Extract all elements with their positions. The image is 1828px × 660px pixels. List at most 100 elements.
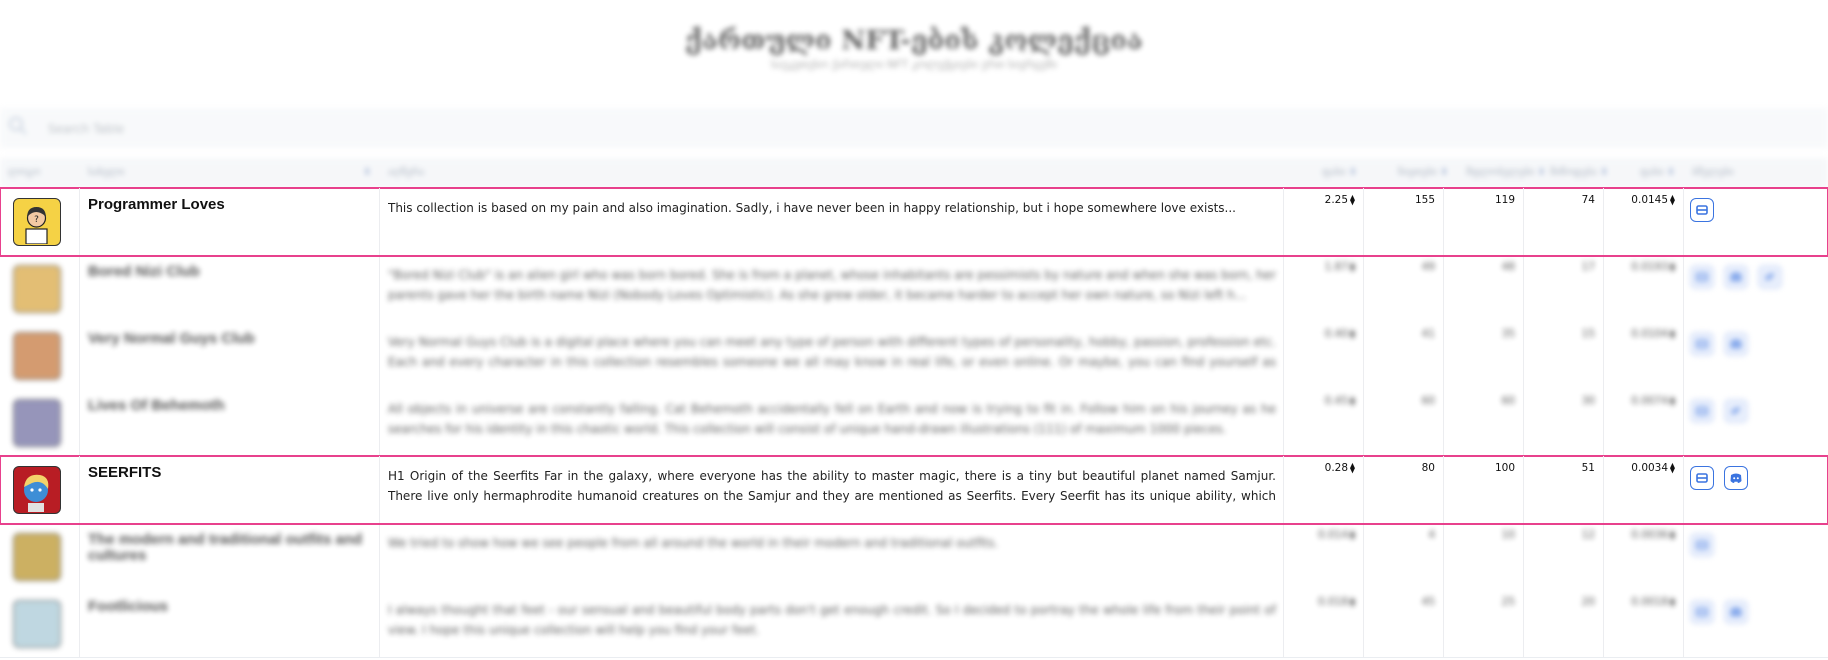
eth-icon: ⧫ [1350,597,1355,608]
items-value: 60 [1422,395,1435,407]
eth-icon: ⧫ [1350,262,1355,273]
column-items[interactable]: ნივთები ⬍ [1398,158,1448,188]
volume-number: 0.0104 [1631,328,1669,340]
owners-value: 100 [1495,462,1515,474]
collection-description: "Bored Nizi Club" is an alien girl who w… [388,268,1276,302]
supply-number: 12 [1581,529,1595,541]
discord-link-button[interactable] [1724,332,1748,356]
owners-cell: 48 [1444,255,1524,322]
collection-name[interactable]: Footlicious [88,599,368,615]
opensea-link-button[interactable] [1690,399,1714,423]
opensea-link-button[interactable] [1690,466,1714,490]
avatar[interactable] [13,600,61,648]
logo-cell [0,389,80,456]
volume-cell: 0.0145 ⧫ [1604,188,1684,255]
table-row[interactable]: Very Normal Guys Club Very Normal Guys C… [0,322,1828,390]
avatar[interactable] [13,332,61,380]
eth-icon: ⧫ [1350,463,1355,474]
opensea-link-button[interactable] [1690,198,1714,222]
floor-value: 0.28 ⧫ [1325,462,1355,474]
opensea-link-button[interactable] [1690,265,1714,289]
volume-cell: 0.0104 ⧫ [1604,322,1684,389]
volume-number: 0.0074 [1631,395,1669,407]
avatar[interactable] [13,265,61,313]
owners-value: 25 [1502,596,1515,608]
column-floor[interactable]: ფასი ⬍ [1322,158,1357,188]
column-name[interactable]: სახელი [88,158,124,188]
links-cell [1684,255,1828,322]
owners-value: 10 [1502,529,1515,541]
volume-value: 0.0193 ⧫ [1631,261,1675,273]
twitter-link-button[interactable] [1758,265,1782,289]
eth-icon: ⧫ [1670,463,1675,474]
opensea-link-button[interactable] [1690,332,1714,356]
discord-link-button[interactable] [1724,265,1748,289]
discord-link-button[interactable] [1724,466,1748,490]
twitter-link-button[interactable] [1724,399,1748,423]
items-number: 155 [1414,194,1435,206]
description-cell: I always thought that feet - our sensual… [380,590,1284,657]
supply-value: 74 [1582,194,1595,206]
floor-cell: 0.40 ⧫ [1284,322,1364,389]
name-cell: Programmer Loves [80,188,380,255]
sort-icon: ⬍ [1666,167,1676,178]
floor-number: 0.45 [1324,395,1349,407]
column-label: მიწოდება [1550,167,1597,178]
column-volume[interactable]: ფასი ⬍ [1640,158,1675,188]
eth-icon: ⧫ [1670,597,1675,608]
opensea-link-button[interactable] [1690,533,1714,557]
items-value: 45 [1422,596,1435,608]
table-row[interactable]: Footlicious I always thought that feet -… [0,590,1828,658]
volume-value: 0.0036 ⧫ [1631,529,1675,541]
owners-cell: 25 [1444,590,1524,657]
eth-icon: ⧫ [1670,329,1675,340]
collection-name[interactable]: The modern and traditional outfits and c… [88,532,368,564]
owners-value: 60 [1502,395,1515,407]
table-row[interactable]: SEERFITS H1 Origin of the Seerfits Far i… [0,455,1828,525]
supply-value: 15 [1582,328,1595,340]
discord-link-button[interactable] [1724,600,1748,624]
supply-cell: 12 [1524,523,1604,590]
items-number: 80 [1421,462,1435,474]
avatar[interactable] [13,399,61,447]
collection-name[interactable]: SEERFITS [88,465,368,481]
links-cell [1684,590,1828,657]
column-supply[interactable]: მიწოდება ⬍ [1550,158,1608,188]
logo-cell [0,255,80,322]
table-row[interactable]: Bored Nizi Club "Bored Nizi Club" is an … [0,255,1828,323]
collection-name[interactable]: Programmer Loves [88,197,368,213]
table-row[interactable]: ? Programmer Loves This collection is ba… [0,187,1828,257]
links-cell [1684,523,1828,590]
supply-number: 30 [1581,395,1595,407]
opensea-link-button[interactable] [1690,600,1714,624]
page-subtitle: საუკეთესო ქართული NFT კოლექციები ერთ სივ… [771,58,1057,71]
collection-name[interactable]: Very Normal Guys Club [88,331,368,347]
table-row[interactable]: The modern and traditional outfits and c… [0,523,1828,591]
owners-value: 119 [1495,194,1515,206]
volume-value: 0.0018 ⧫ [1631,596,1675,608]
description-cell: "Bored Nizi Club" is an alien girl who w… [380,255,1284,322]
column-label: ნივთები [1398,167,1437,178]
description-cell: This collection is based on my pain and … [380,188,1284,255]
search-input[interactable] [46,116,1810,142]
column-label: ლოგო [8,167,41,178]
volume-number: 0.0145 [1631,194,1669,206]
sort-icon[interactable]: ⬍ [360,158,371,188]
column-owners[interactable]: მფლობელები ⬍ [1466,158,1546,188]
description-cell: Very Normal Guys Club is a digital place… [380,322,1284,389]
owners-value: 35 [1502,328,1515,340]
table-row[interactable]: Lives Of Behemoth All objects in univers… [0,389,1828,457]
avatar[interactable]: ? [13,198,61,246]
description-cell: H1 Origin of the Seerfits Far in the gal… [380,456,1284,523]
links-cell [1684,456,1828,523]
collection-name[interactable]: Bored Nizi Club [88,264,368,280]
name-cell: Footlicious [80,590,380,657]
avatar[interactable] [13,466,61,514]
items-number: 4 [1428,529,1435,541]
collection-name[interactable]: Lives Of Behemoth [88,398,368,414]
supply-value: 12 [1582,529,1595,541]
sort-icon: ⬍ [1537,167,1546,178]
volume-cell: 0.0074 ⧫ [1604,389,1684,456]
avatar[interactable] [13,533,61,581]
table-header: ლოგო სახელი ⬍ აღწერა ფასი ⬍ ნივთები ⬍ მფლო… [0,158,1828,188]
